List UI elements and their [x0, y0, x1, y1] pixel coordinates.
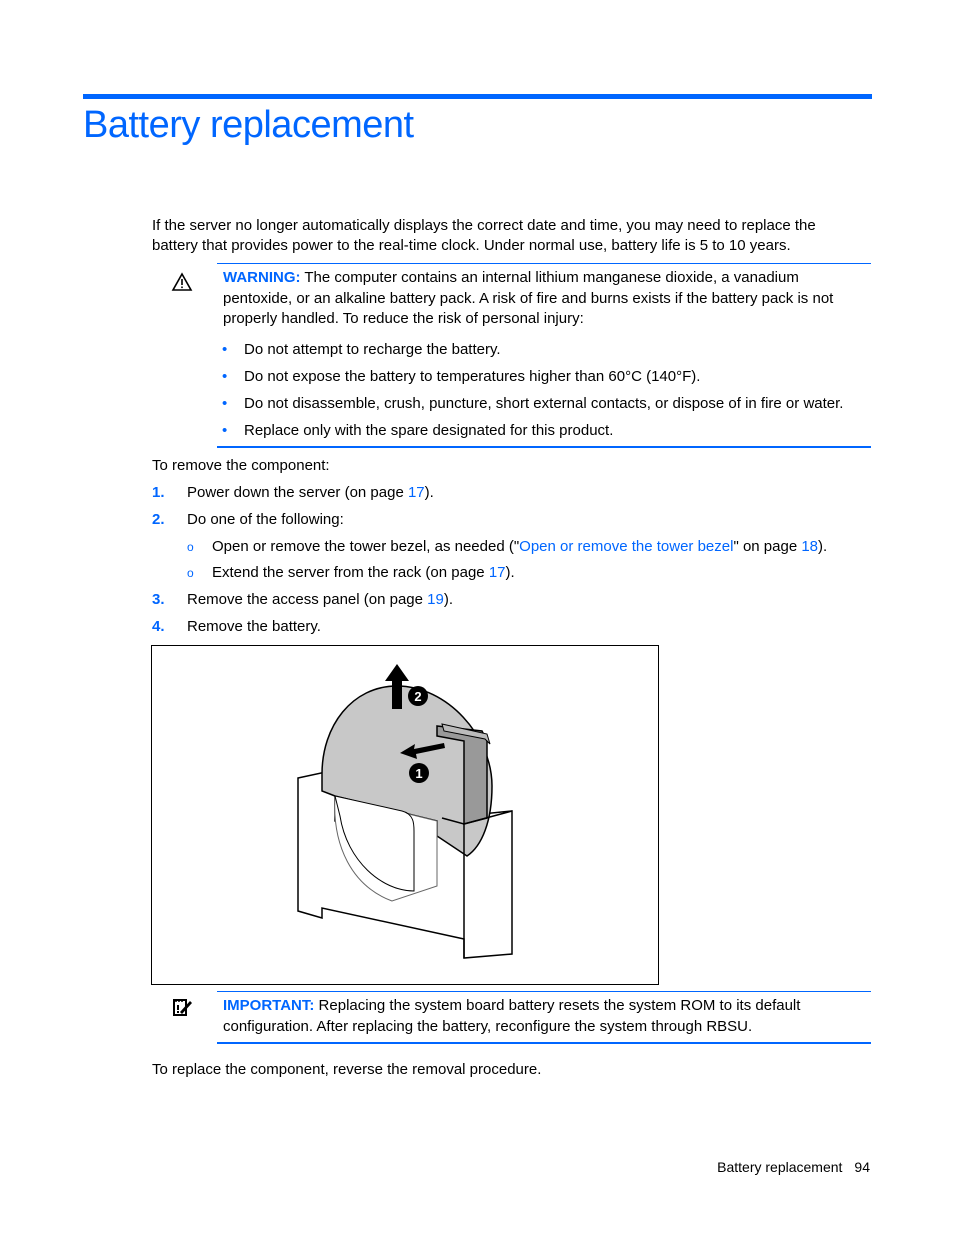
battery-removal-figure: 2 1 — [151, 645, 659, 985]
svg-text:2: 2 — [414, 689, 421, 704]
important-label: IMPORTANT: — [223, 997, 315, 1014]
warning-triangle-icon — [171, 272, 193, 291]
svg-text:1: 1 — [415, 766, 422, 781]
warning-text: The computer contains an internal lithiu… — [223, 269, 834, 327]
page-footer: Battery replacement 94 — [717, 1159, 870, 1175]
page-link[interactable]: 18 — [801, 538, 818, 555]
warning-label: WARNING: — [223, 269, 301, 286]
replace-paragraph: To replace the component, reverse the re… — [152, 1061, 542, 1078]
warning-bullet: Do not attempt to recharge the battery. — [217, 336, 871, 363]
page-link[interactable]: 17 — [408, 484, 425, 501]
warning-bullets: Do not attempt to recharge the battery. … — [217, 336, 871, 444]
page-title: Battery replacement — [83, 104, 414, 146]
warning-bullet: Do not disassemble, crush, puncture, sho… — [217, 390, 871, 417]
warning-bullet: Replace only with the spare designated f… — [217, 417, 871, 444]
page-link[interactable]: 17 — [489, 564, 506, 581]
remove-intro: To remove the component: — [152, 457, 330, 474]
title-rule — [83, 94, 872, 99]
tower-bezel-link[interactable]: Open or remove the tower bezel — [519, 538, 733, 555]
page-link[interactable]: 19 — [427, 591, 444, 608]
important-note-icon — [173, 999, 192, 1016]
important-box: IMPORTANT: Replacing the system board ba… — [173, 991, 871, 1044]
intro-paragraph: If the server no longer automatically di… — [152, 217, 816, 254]
warning-bullet: Do not expose the battery to temperature… — [217, 363, 871, 390]
footer-page-number: 94 — [854, 1159, 870, 1175]
battery-illustration: 2 1 — [297, 664, 513, 959]
warning-box: WARNING: The computer contains an intern… — [171, 263, 871, 448]
footer-section: Battery replacement — [717, 1159, 843, 1175]
